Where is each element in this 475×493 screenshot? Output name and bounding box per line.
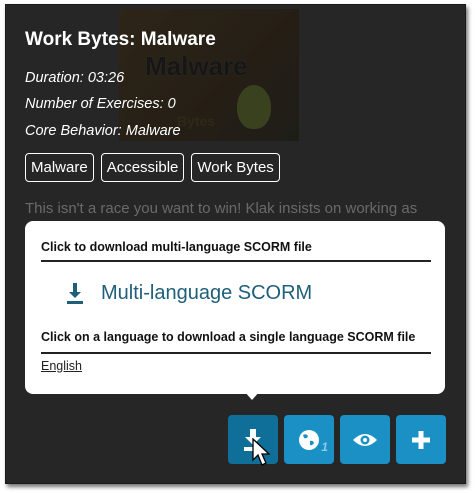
language-link-english[interactable]: English [41, 359, 82, 373]
download-icon [67, 283, 83, 304]
exercises-text: Number of Exercises: 0 [25, 96, 176, 112]
single-language-heading: Click on a language to download a single… [41, 330, 416, 344]
divider [41, 260, 431, 262]
core-behavior-text: Core Behavior: Malware [25, 123, 181, 139]
mouse-cursor-icon [252, 438, 271, 466]
course-description: This isn't a race you want to win! Klak … [25, 200, 418, 217]
divider [41, 352, 431, 354]
multi-language-scorm-label: Multi-language SCORM [101, 281, 313, 304]
course-title: Work Bytes: Malware [25, 29, 216, 50]
language-count-badge: 1 [321, 440, 328, 454]
add-button[interactable] [396, 415, 446, 464]
languages-button[interactable]: 1 [284, 415, 334, 464]
multi-language-heading: Click to download multi-language SCORM f… [41, 240, 312, 254]
preview-button[interactable] [340, 415, 390, 464]
course-card: Malware Bytes Work Bytes: Malware Durati… [5, 4, 466, 484]
tag-work-bytes[interactable]: Work Bytes [191, 153, 280, 182]
tag-accessible[interactable]: Accessible [100, 153, 185, 182]
multi-language-scorm-link[interactable]: Multi-language SCORM [65, 281, 312, 305]
plus-icon [412, 430, 430, 449]
popup-caret [244, 391, 260, 400]
tag-malware[interactable]: Malware [25, 153, 94, 182]
globe-icon [299, 429, 319, 450]
duration-text: Duration: 03:26 [25, 70, 125, 86]
download-popup: Click to download multi-language SCORM f… [25, 221, 445, 394]
eye-icon [353, 433, 377, 446]
tag-list: Malware Accessible Work Bytes [25, 153, 280, 182]
